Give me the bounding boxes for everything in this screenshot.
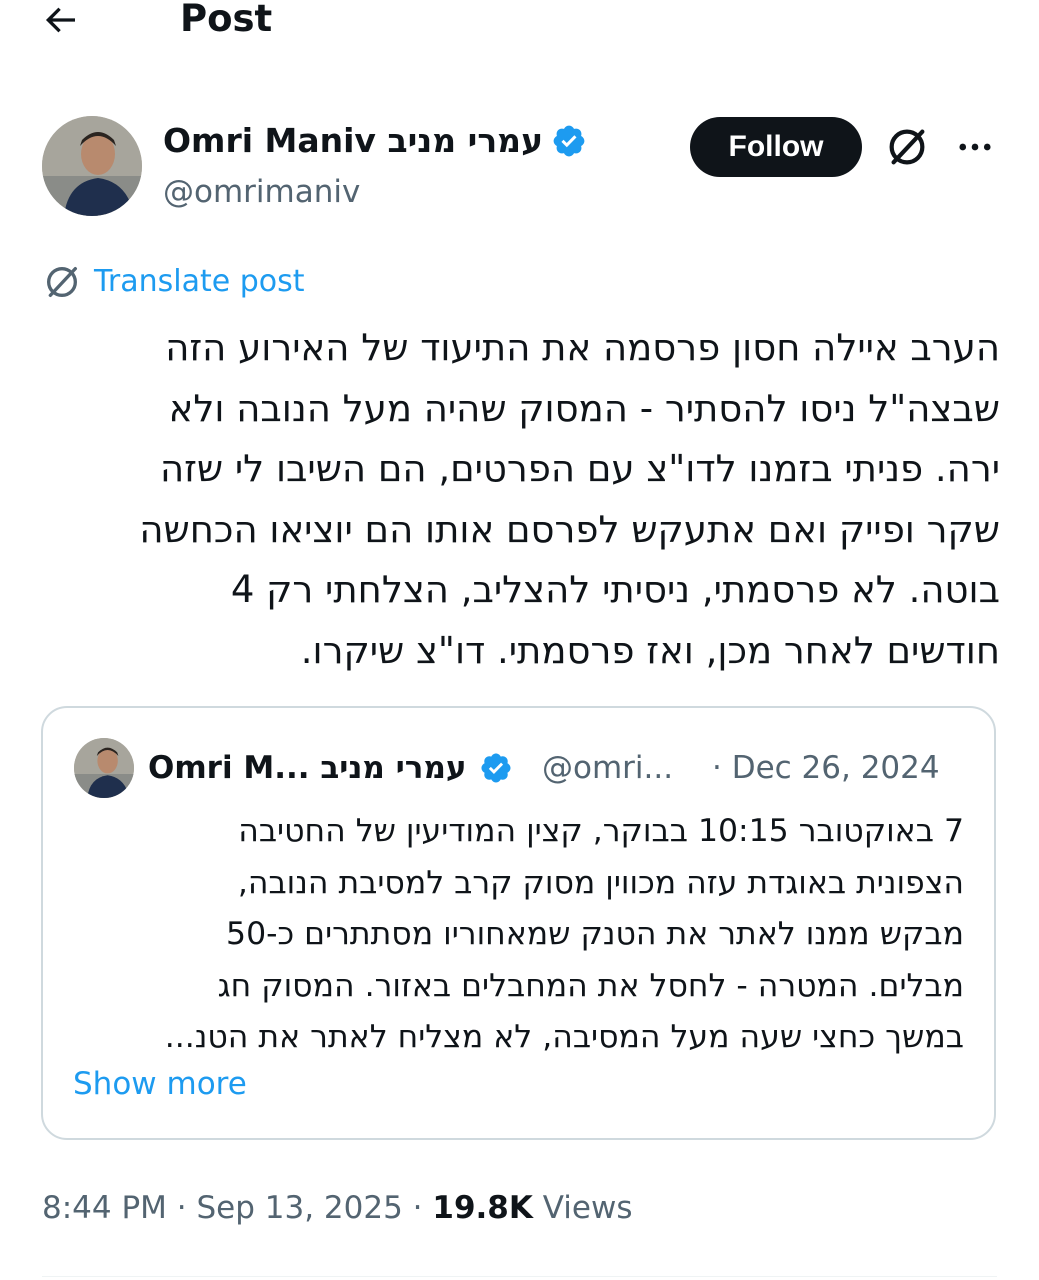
verified-badge-icon (553, 125, 585, 157)
post-text: הערב איילה חסון פרסמה את התיעוד של האירו… (60, 318, 1000, 681)
grok-icon (47, 267, 78, 297)
translate-post-label: Translate post (94, 264, 305, 299)
grok-icon[interactable] (884, 124, 930, 170)
translate-post-link[interactable]: Translate post (42, 262, 305, 302)
author-name[interactable]: Omri Maniv עמרי מניב (163, 119, 587, 163)
post-text-line: הערב איילה חסון פרסמה את התיעוד של האירו… (165, 326, 1000, 369)
quoted-author-name-text: Omri M... עמרי מניב (148, 750, 467, 786)
author-handle[interactable]: @omrimaniv (163, 171, 360, 213)
quoted-post-text: 7 באוקטובר 10:15 בבוקר, קצין המודיעין של… (72, 806, 964, 1064)
views-count: 19.8K (432, 1190, 533, 1226)
page-title: Post (180, 0, 273, 40)
post-meta: 8:44 PM · Sep 13, 2025 · 19.8K Views (42, 1186, 632, 1230)
post-time[interactable]: 8:44 PM (42, 1190, 167, 1226)
follow-button[interactable]: Follow (690, 117, 862, 177)
avatar-image (42, 116, 142, 216)
quoted-text-line: הצפונית באוגדת עזה מכווין מסוק קרב למסיב… (237, 864, 964, 901)
meta-separator: · (402, 1190, 433, 1226)
quoted-text-line: מבקש ממנו לאתר את הטנק שמאחוריו מסתתרים … (226, 916, 964, 952)
verified-badge-icon (481, 753, 511, 783)
post-text-line: ירה. פניתי בזמנו לדו"צ עם הפרטים, הם השי… (159, 447, 1000, 490)
quoted-avatar (74, 738, 134, 798)
views-label: Views (532, 1190, 633, 1226)
arrow-left-icon (45, 7, 75, 33)
quoted-text-line: מבלים. המטרה - לחסל את המחבלים באזור. המ… (217, 967, 964, 1004)
quoted-avatar-image (74, 738, 134, 798)
divider (42, 1276, 997, 1277)
quoted-text-line: 7 באוקטובר 10:15 בבוקר, קצין המודיעין של… (238, 813, 964, 849)
more-horizontal-icon[interactable] (954, 126, 996, 168)
meta-separator: · (166, 1190, 197, 1226)
show-more-link[interactable]: Show more (73, 1062, 247, 1106)
post-text-line: שקר ופייק ואם אתעקש לפרסם אותו הם יוציאו… (139, 507, 1000, 551)
back-button[interactable] (40, 0, 92, 44)
post-date[interactable]: Sep 13, 2025 (196, 1190, 402, 1226)
quoted-author-name: Omri M... עמרי מניב (148, 746, 513, 790)
author-name-text: Omri Maniv עמרי מניב (163, 121, 544, 160)
post-text-line: חודשים לאחר מכן, ואז פרסמתי. דו"צ שיקרו. (300, 628, 1000, 672)
quoted-text-line: במשך כחצי שעה מעל המסיבה, לא מצליח לאתר … (164, 1019, 964, 1055)
quoted-post-date: · Dec 26, 2024 (712, 750, 940, 786)
post-text-line: שבצה"ל ניסו להסתיר - המסוק שהיה מעל הנוב… (168, 386, 1000, 430)
avatar[interactable] (42, 116, 142, 216)
post-text-line: בוטה. לא פרסמתי, ניסיתי להצליב, הצלחתי ר… (230, 568, 1000, 611)
quoted-author-handle: @omri... (542, 750, 674, 786)
